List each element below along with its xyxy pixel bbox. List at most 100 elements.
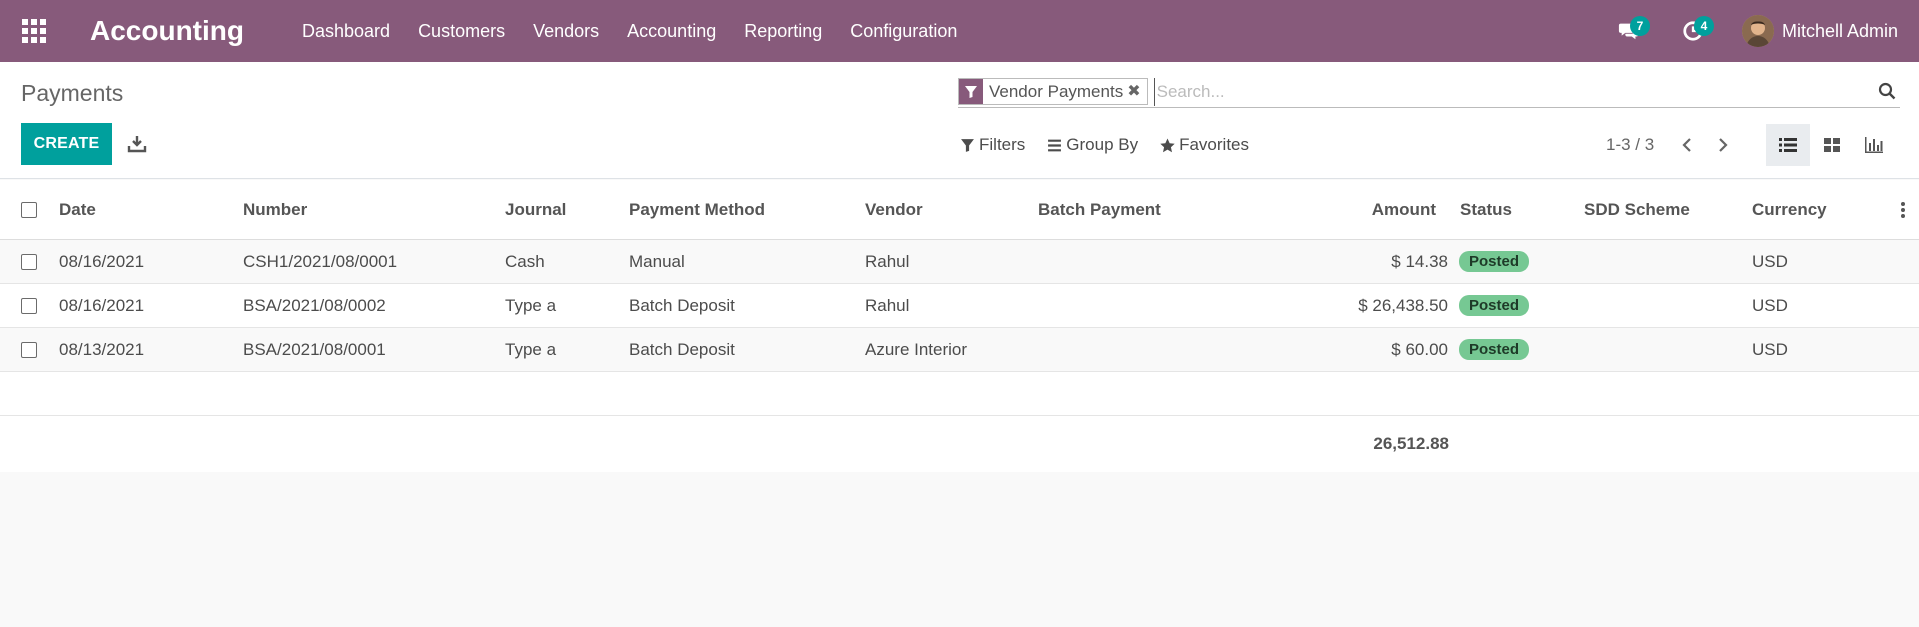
column-journal[interactable]: Journal: [505, 180, 566, 239]
column-date[interactable]: Date: [59, 180, 96, 239]
create-button[interactable]: CREATE: [21, 123, 112, 165]
messages-badge: 7: [1629, 16, 1650, 36]
status-badge: Posted: [1459, 251, 1530, 272]
list-icon: [1779, 138, 1797, 152]
amount-total: 26,512.88: [1373, 434, 1449, 453]
cell-vendor: Azure Interior: [865, 339, 968, 359]
table-footer: 26,512.88: [0, 416, 1919, 472]
search-input[interactable]: [1153, 77, 1900, 106]
user-avatar-icon: [1741, 15, 1774, 47]
cell-payment-method: Manual: [629, 251, 685, 271]
pager-next-button[interactable]: [1713, 135, 1733, 155]
cell-date: 08/16/2021: [59, 251, 145, 271]
filters-label: Filters: [979, 135, 1026, 154]
groupby-label: Group By: [1066, 135, 1139, 154]
cell-vendor: Rahul: [865, 295, 910, 315]
main-menu: Dashboard Customers Vendors Accounting R…: [302, 21, 985, 42]
kanban-icon: [1824, 138, 1840, 152]
avatar: [1741, 15, 1774, 47]
cell-journal: Cash: [505, 251, 545, 271]
table-row[interactable]: 08/16/2021 CSH1/2021/08/0001 Cash Manual…: [0, 240, 1919, 284]
apps-menu-button[interactable]: [0, 0, 68, 62]
download-icon: [127, 136, 147, 153]
search-icon[interactable]: [1878, 82, 1896, 100]
column-status[interactable]: Status: [1460, 180, 1512, 239]
status-cell: Posted: [1459, 284, 1530, 327]
cell-number: BSA/2021/08/0001: [243, 339, 386, 359]
status-badge: Posted: [1459, 339, 1530, 360]
table-row[interactable]: 08/13/2021 BSA/2021/08/0001 Type a Batch…: [0, 328, 1919, 372]
activities-button[interactable]: 4: [1674, 0, 1714, 62]
facet-remove-icon[interactable]: ✖: [1127, 79, 1146, 104]
cell-amount: $ 60.00: [1391, 339, 1448, 359]
cell-date: 08/16/2021: [59, 295, 145, 315]
payments-list: Date Number Journal Payment Method Vendo…: [0, 180, 1919, 472]
column-amount[interactable]: Amount: [1250, 180, 1436, 239]
grid-icon: [22, 19, 46, 43]
star-icon: [1160, 138, 1175, 152]
cell-payment-method: Batch Deposit: [629, 295, 735, 315]
cell-currency: USD: [1752, 295, 1788, 315]
optional-columns-button[interactable]: [1900, 180, 1906, 239]
table-header: Date Number Journal Payment Method Vendo…: [0, 180, 1919, 240]
column-payment-method[interactable]: Payment Method: [629, 180, 765, 239]
search-facet: Vendor Payments ✖: [958, 78, 1148, 105]
facet-label: Vendor Payments: [989, 82, 1124, 101]
row-checkbox[interactable]: [21, 328, 37, 371]
menu-item-customers[interactable]: Customers: [418, 21, 505, 42]
empty-row: [0, 372, 1919, 416]
cell-currency: USD: [1752, 251, 1788, 271]
cell-amount: $ 14.38: [1391, 251, 1448, 271]
messages-button[interactable]: 7: [1610, 0, 1650, 62]
favorites-label: Favorites: [1179, 135, 1250, 154]
menu-item-reporting[interactable]: Reporting: [744, 21, 822, 42]
row-checkbox[interactable]: [21, 284, 37, 327]
ellipsis-vertical-icon: [1901, 201, 1905, 218]
chevron-left-icon: [1682, 138, 1691, 152]
cell-vendor: Rahul: [865, 251, 910, 271]
status-badge: Posted: [1459, 295, 1530, 316]
cell-number: CSH1/2021/08/0001: [243, 251, 398, 271]
filters-button[interactable]: Filters: [960, 135, 1025, 155]
column-batch-payment[interactable]: Batch Payment: [1038, 180, 1161, 239]
kanban-view-button[interactable]: [1810, 124, 1854, 166]
status-cell: Posted: [1459, 240, 1530, 283]
table-row[interactable]: 08/16/2021 BSA/2021/08/0002 Type a Batch…: [0, 284, 1919, 328]
select-all-checkbox[interactable]: [21, 180, 37, 239]
pager-previous-button[interactable]: [1677, 135, 1697, 155]
column-vendor[interactable]: Vendor: [865, 180, 923, 239]
column-sdd-scheme[interactable]: SDD Scheme: [1584, 180, 1690, 239]
chevron-right-icon: [1719, 138, 1728, 152]
cell-date: 08/13/2021: [59, 339, 145, 359]
menu-item-vendors[interactable]: Vendors: [533, 21, 599, 42]
user-menu[interactable]: Mitchell Admin: [1741, 15, 1898, 47]
export-button[interactable]: [127, 134, 147, 154]
cell-journal: Type a: [505, 339, 557, 359]
row-checkbox[interactable]: [21, 240, 37, 283]
column-currency[interactable]: Currency: [1752, 180, 1827, 239]
cell-currency: USD: [1752, 339, 1788, 359]
favorites-button[interactable]: Favorites: [1160, 135, 1249, 155]
app-name[interactable]: Accounting: [90, 15, 244, 47]
cell-amount: $ 26,438.50: [1358, 295, 1448, 315]
list-view-button[interactable]: [1766, 124, 1810, 166]
activities-badge: 4: [1693, 16, 1714, 36]
menu-item-dashboard[interactable]: Dashboard: [302, 21, 390, 42]
user-name: Mitchell Admin: [1781, 20, 1898, 41]
menu-item-accounting[interactable]: Accounting: [627, 21, 716, 42]
bar-chart-icon: [1865, 137, 1883, 153]
menu-item-configuration[interactable]: Configuration: [850, 21, 957, 42]
cell-journal: Type a: [505, 295, 557, 315]
search-options: Filters Group By Favorites: [960, 135, 1271, 155]
status-cell: Posted: [1459, 328, 1530, 371]
groupby-button[interactable]: Group By: [1047, 135, 1138, 155]
cell-number: BSA/2021/08/0002: [243, 295, 386, 315]
column-number[interactable]: Number: [243, 180, 307, 239]
pager-value[interactable]: 1-3 / 3: [1606, 135, 1654, 155]
systray: 7 4 Mitchell Admin: [1610, 0, 1919, 62]
top-navbar: Accounting Dashboard Customers Vendors A…: [0, 0, 1919, 62]
breadcrumb: Payments: [21, 80, 124, 106]
filter-facet-icon: [959, 79, 983, 104]
search-bar: Vendor Payments ✖: [958, 76, 1900, 108]
graph-view-button[interactable]: [1852, 124, 1896, 166]
